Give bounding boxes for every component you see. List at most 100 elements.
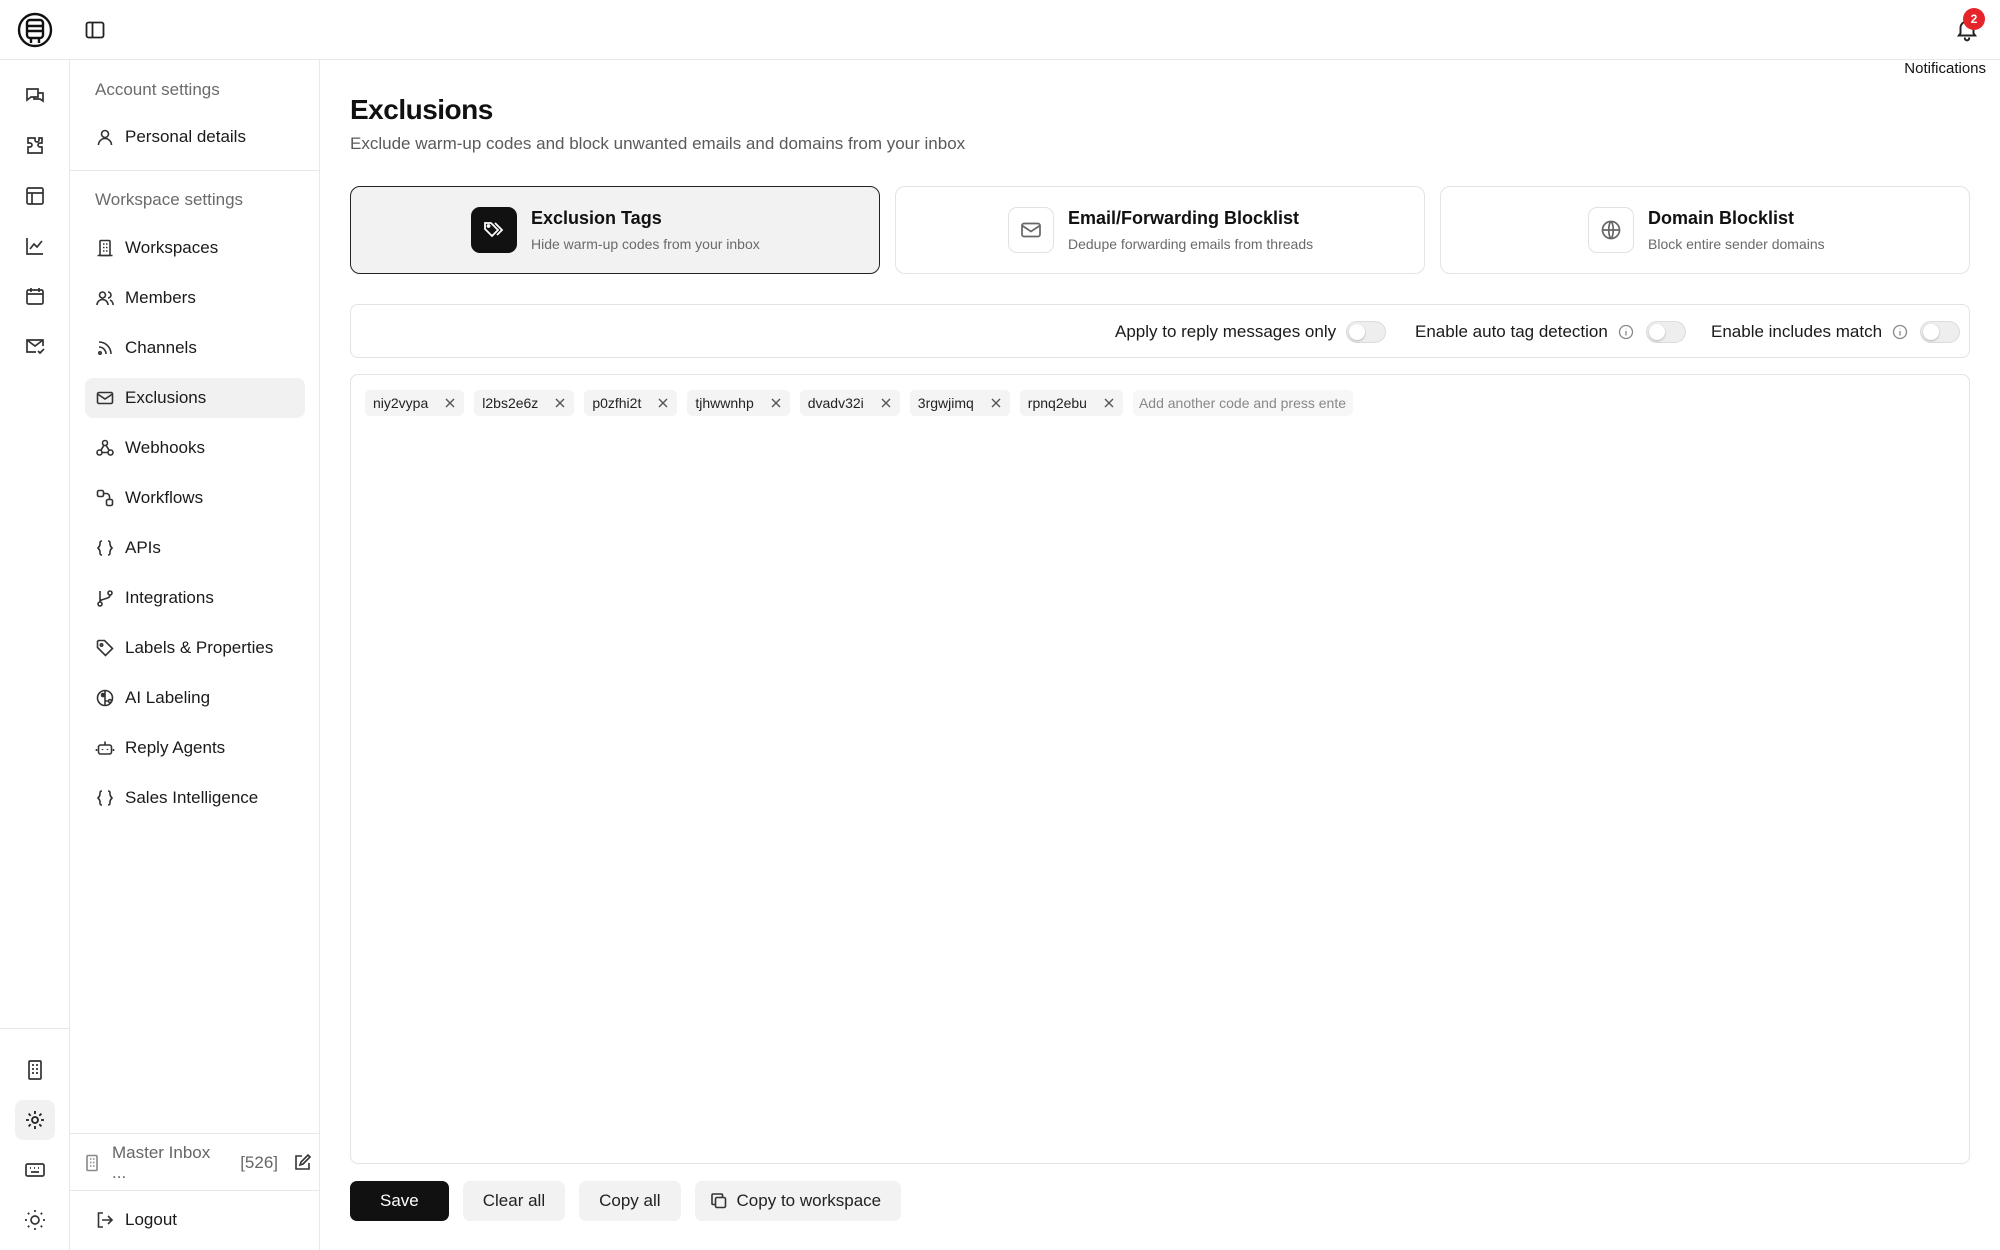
sidebar-divider [70,1190,320,1191]
tag-chip: p0zfhi2t [584,390,678,416]
sidebar-item-exclusions[interactable]: Exclusions [85,378,305,418]
copy-to-workspace-button[interactable]: Copy to workspace [694,1181,902,1221]
users-icon [95,288,115,308]
page-title: Exclusions [350,94,493,125]
settings-gear-icon[interactable] [23,1108,47,1132]
remove-tag-icon[interactable] [657,397,669,409]
rail-divider [0,1028,70,1029]
tag-icon [95,638,115,658]
mail-icon [95,388,115,408]
building-icon[interactable] [23,1058,47,1082]
card-description: Hide warm-up codes from your inbox [531,236,760,252]
remove-tag-icon[interactable] [990,397,1002,409]
sun-icon[interactable] [23,1208,47,1232]
remove-tag-icon[interactable] [554,397,566,409]
copy-to-workspace-label: Copy to workspace [736,1191,882,1210]
tag-chip: 3rgwjimq [909,390,1010,416]
sidebar-item-label: AI Labeling [125,688,211,707]
mail-check-icon[interactable] [23,334,47,358]
option-includes-match: Enable includes match [1711,319,1961,345]
webhook-icon [95,438,115,458]
clear-all-button[interactable]: Clear all [462,1181,566,1221]
add-tag-input[interactable] [1132,390,1353,416]
tags-icon [471,207,517,253]
braces-icon [95,538,115,558]
sidebar-item-apis[interactable]: APIs [85,528,305,568]
sidebar-item-labels-properties[interactable]: Labels & Properties [85,628,305,668]
tag-chip-label: tjhwwnhp [695,395,754,411]
sidebar-item-reply-agents[interactable]: Reply Agents [85,728,305,768]
remove-tag-icon[interactable] [1103,397,1115,409]
sidebar-item-integrations[interactable]: Integrations [85,578,305,618]
inbox-count: [526] [240,1153,278,1172]
tag-chip-label: l2bs2e6z [482,395,539,411]
sidebar-item-label: Personal details [125,127,246,146]
includes-match-toggle[interactable] [1920,321,1961,343]
sidebar-item-personal-details[interactable]: Personal details [85,117,305,157]
sidebar-item-channels[interactable]: Channels [85,328,305,368]
reply-only-toggle[interactable] [1346,321,1387,343]
sidebar-item-webhooks[interactable]: Webhooks [85,428,305,468]
tag-chip-label: p0zfhi2t [592,395,642,411]
workflow-icon [95,488,115,508]
save-button[interactable]: Save [350,1181,449,1221]
sidebar-item-sales-intelligence[interactable]: Sales Intelligence [85,778,305,818]
option-reply-only: Apply to reply messages only [1115,319,1387,345]
rss-icon [95,338,115,358]
main-content: Exclusions Exclude warm-up codes and blo… [350,60,1970,1250]
sidebar-item-label: Reply Agents [125,738,226,757]
sidebar-item-label: Sales Intelligence [125,788,259,807]
sidebar-item-workspaces[interactable]: Workspaces [85,228,305,268]
sidebar-item-label: Webhooks [125,438,206,457]
table-icon[interactable] [23,184,47,208]
logout-button[interactable]: Logout [85,1200,305,1240]
option-label: Apply to reply messages only [1115,322,1337,341]
page-subtitle: Exclude warm-up codes and block unwanted… [350,134,966,153]
tag-chip: l2bs2e6z [474,390,575,416]
keyboard-icon[interactable] [23,1158,47,1182]
sidebar-divider [70,170,320,171]
sidebar-toggle-icon[interactable] [84,19,106,41]
sidebar-item-ai-labeling[interactable]: AI Labeling [85,678,305,718]
logout-icon [95,1210,115,1230]
info-icon[interactable] [1892,324,1908,340]
auto-tag-detection-toggle[interactable] [1645,321,1686,343]
puzzle-icon[interactable] [23,134,47,158]
app-logo-icon[interactable] [16,10,54,50]
option-label: Enable auto tag detection [1415,322,1608,341]
options-bar: Apply to reply messages only Enable auto… [350,304,1970,358]
card-domain-blocklist[interactable]: Domain Blocklist Block entire sender dom… [1440,186,1970,274]
tag-chip: dvadv32i [799,390,900,416]
remove-tag-icon[interactable] [770,397,782,409]
sidebar-item-workflows[interactable]: Workflows [85,478,305,518]
calendar-icon[interactable] [23,284,47,308]
info-icon[interactable] [1618,324,1634,340]
card-title: Domain Blocklist [1648,208,1795,228]
option-label: Enable includes match [1711,322,1883,341]
tags-editor[interactable]: niy2vypa l2bs2e6z p0zfhi2t tjhwwnhp dvad… [350,374,1970,1164]
sidebar-item-label: Exclusions [125,388,207,407]
card-title: Email/Forwarding Blocklist [1068,208,1300,228]
tag-chip-label: 3rgwjimq [917,395,974,411]
settings-sidebar: Account settings Personal details Worksp… [70,60,320,1250]
card-exclusion-tags[interactable]: Exclusion Tags Hide warm-up codes from y… [350,186,880,274]
copy-all-button[interactable]: Copy all [579,1181,681,1221]
icon-rail [0,60,70,1250]
notifications-count-badge: 2 [1963,8,1985,30]
braces-icon [95,788,115,808]
card-description: Dedupe forwarding emails from threads [1068,236,1314,252]
remove-tag-icon[interactable] [444,397,456,409]
edit-icon[interactable] [292,1153,312,1173]
sidebar-item-members[interactable]: Members [85,278,305,318]
chat-icon[interactable] [23,84,47,108]
option-auto-tag-detection: Enable auto tag detection [1415,319,1686,345]
mail-icon [1008,207,1054,253]
bot-icon [95,738,115,758]
card-email-forwarding-blocklist[interactable]: Email/Forwarding Blocklist Dedupe forwar… [895,186,1425,274]
tag-chip-label: rpnq2ebu [1027,395,1087,411]
workspace-inbox-row[interactable]: Master Inbox ... [526] [82,1143,312,1182]
chart-line-icon[interactable] [23,234,47,258]
remove-tag-icon[interactable] [880,397,892,409]
sidebar-item-label: Workflows [125,488,204,507]
git-branch-icon [95,588,115,608]
